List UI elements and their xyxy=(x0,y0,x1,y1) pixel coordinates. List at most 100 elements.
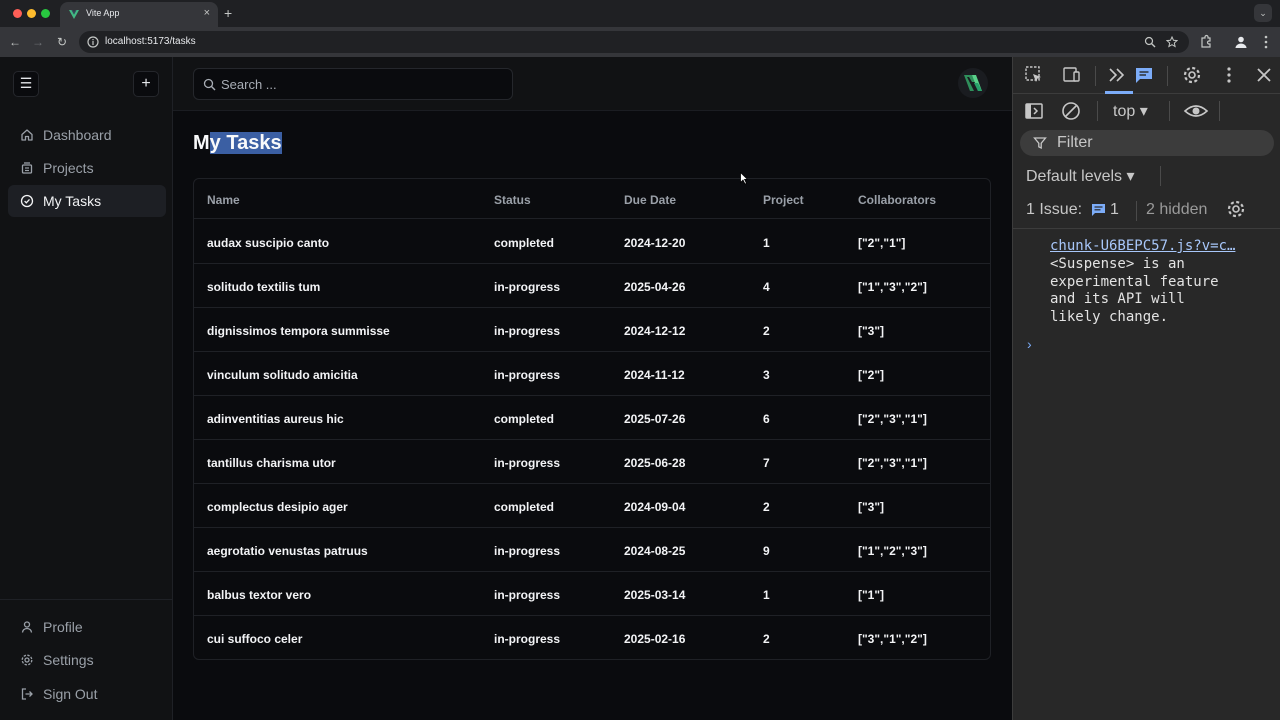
table-row[interactable]: complectus desipio ager completed 2024-0… xyxy=(194,484,990,528)
more-tabs-icon[interactable] xyxy=(1106,64,1128,86)
task-status: in-progress xyxy=(494,456,561,470)
address-bar[interactable]: localhost:5173/tasks xyxy=(79,31,1189,53)
console-message-line: <Suspense> is an xyxy=(1050,256,1185,272)
add-button[interactable]: + xyxy=(133,71,159,97)
tasks-table: Name Status Due Date Project Collaborato… xyxy=(193,178,991,660)
sidebar-item-label: Settings xyxy=(43,652,94,668)
context-selector[interactable]: top ▾ xyxy=(1113,101,1148,121)
chevron-down-icon: ▾ xyxy=(1126,168,1135,185)
table-row[interactable]: cui suffoco celer in-progress 2025-02-16… xyxy=(194,616,990,660)
avatar[interactable] xyxy=(958,68,988,98)
table-row[interactable]: balbus textor vero in-progress 2025-03-1… xyxy=(194,572,990,616)
gear-icon[interactable] xyxy=(1181,64,1203,86)
url-text[interactable]: localhost:5173/tasks xyxy=(105,36,196,47)
close-window-button[interactable] xyxy=(13,9,22,18)
column-header-project[interactable]: Project xyxy=(763,193,804,207)
user-icon xyxy=(21,621,33,633)
message-source-link[interactable]: chunk-U6BEPC57.js?v=c… xyxy=(1050,238,1235,254)
live-expression-eye-icon[interactable] xyxy=(1183,100,1209,122)
sidebar-item-label: Dashboard xyxy=(43,127,112,143)
sidebar-toggle-icon[interactable] xyxy=(1023,100,1045,122)
column-header-collaborators[interactable]: Collaborators xyxy=(858,193,936,207)
task-name: solitudo textilis tum xyxy=(207,280,321,294)
console-message-line: likely change. xyxy=(1050,309,1169,325)
column-header-name[interactable]: Name xyxy=(207,193,240,207)
search-input[interactable] xyxy=(221,69,506,99)
sidebar-item-dashboard[interactable]: Dashboard xyxy=(8,119,166,151)
site-info-icon[interactable] xyxy=(87,36,99,48)
clear-console-icon[interactable] xyxy=(1060,100,1082,122)
sidebar-item-label: My Tasks xyxy=(43,193,102,209)
app-viewport: ☰ + Dashboard Projects My Tasks Profile … xyxy=(0,57,1012,720)
task-due-date: 2025-03-14 xyxy=(624,588,686,602)
filter-input[interactable]: Filter xyxy=(1057,134,1093,152)
task-project: 2 xyxy=(763,500,770,514)
console-filter[interactable]: Filter xyxy=(1020,130,1274,156)
kebab-menu-icon[interactable] xyxy=(1218,64,1240,86)
new-tab-button[interactable]: + xyxy=(224,5,232,21)
sidebar-item-profile[interactable]: Profile xyxy=(8,611,166,643)
task-collaborators: ["3","1","2"] xyxy=(858,632,927,646)
task-check-icon xyxy=(20,194,34,208)
sidebar-item-label: Projects xyxy=(43,160,94,176)
tab-search-button[interactable]: ⌄ xyxy=(1254,4,1272,22)
table-row[interactable]: vinculum solitudo amicitia in-progress 2… xyxy=(194,352,990,396)
task-name: audax suscipio canto xyxy=(207,236,330,250)
task-due-date: 2024-09-04 xyxy=(624,500,686,514)
minimize-window-button[interactable] xyxy=(27,9,36,18)
sign-out-icon xyxy=(21,688,33,700)
sidebar-item-label: Sign Out xyxy=(43,686,98,702)
reload-icon[interactable]: ↻ xyxy=(54,34,70,50)
search-box[interactable] xyxy=(193,68,513,100)
hidden-messages-count: 2 hidden xyxy=(1146,201,1208,218)
table-row[interactable]: aegrotatio venustas patruus in-progress … xyxy=(194,528,990,572)
extensions-icon[interactable] xyxy=(1198,34,1214,50)
console-prompt[interactable]: › xyxy=(1027,336,1032,352)
sidebar-item-label: Profile xyxy=(43,619,83,635)
tab-close-icon[interactable]: × xyxy=(204,7,210,19)
sidebar-item-settings[interactable]: Settings xyxy=(8,644,166,676)
console-messages-icon[interactable] xyxy=(1133,64,1155,86)
issues-label[interactable]: 1 Issue: xyxy=(1026,201,1082,219)
top-header xyxy=(173,57,1012,111)
column-header-status[interactable]: Status xyxy=(494,193,531,207)
forward-icon[interactable]: → xyxy=(30,34,46,50)
table-row[interactable]: tantillus charisma utor in-progress 2025… xyxy=(194,440,990,484)
inspect-element-icon[interactable] xyxy=(1023,64,1045,86)
table-row[interactable]: audax suscipio canto completed 2024-12-2… xyxy=(194,220,990,264)
browser-menu-icon[interactable] xyxy=(1258,34,1274,50)
task-name: adinventitias aureus hic xyxy=(207,412,344,426)
maximize-window-button[interactable] xyxy=(41,9,50,18)
device-toolbar-icon[interactable] xyxy=(1060,64,1082,86)
table-row[interactable]: dignissimos tempora summisse in-progress… xyxy=(194,308,990,352)
sidebar-item-projects[interactable]: Projects xyxy=(8,152,166,184)
issue-message-icon[interactable] xyxy=(1091,203,1106,217)
log-levels-dropdown[interactable]: Default levels ▾ xyxy=(1026,166,1135,186)
column-header-due-date[interactable]: Due Date xyxy=(624,193,676,207)
chevron-down-icon: ▾ xyxy=(1139,103,1148,120)
task-project: 1 xyxy=(763,588,770,602)
task-status: completed xyxy=(494,236,555,250)
task-status: in-progress xyxy=(494,632,561,646)
table-row[interactable]: adinventitias aureus hic completed 2025-… xyxy=(194,396,990,440)
log-levels-label: Default levels xyxy=(1026,168,1123,185)
task-project: 3 xyxy=(763,368,770,382)
browser-tab[interactable]: Vite App × xyxy=(60,2,218,27)
sidebar-item-sign-out[interactable]: Sign Out xyxy=(8,678,166,710)
profile-icon[interactable] xyxy=(1233,34,1249,50)
task-collaborators: ["1","2","3"] xyxy=(858,544,927,558)
issues-count[interactable]: 1 xyxy=(1110,201,1119,219)
page-title-prefix: M xyxy=(193,132,210,154)
zoom-icon[interactable] xyxy=(1144,36,1156,48)
close-icon[interactable] xyxy=(1253,64,1275,86)
console-divider xyxy=(1013,228,1280,229)
toolbar-divider xyxy=(1136,201,1137,221)
table-row[interactable]: solitudo textilis tum in-progress 2025-0… xyxy=(194,264,990,308)
back-icon[interactable]: ← xyxy=(7,34,23,50)
console-settings-gear-icon[interactable] xyxy=(1225,198,1247,220)
bookmark-star-icon[interactable] xyxy=(1166,36,1178,48)
sidebar-item-my-tasks[interactable]: My Tasks xyxy=(8,185,166,217)
sidebar-toggle-button[interactable]: ☰ xyxy=(13,71,39,97)
task-status: in-progress xyxy=(494,544,561,558)
task-name: balbus textor vero xyxy=(207,588,312,602)
